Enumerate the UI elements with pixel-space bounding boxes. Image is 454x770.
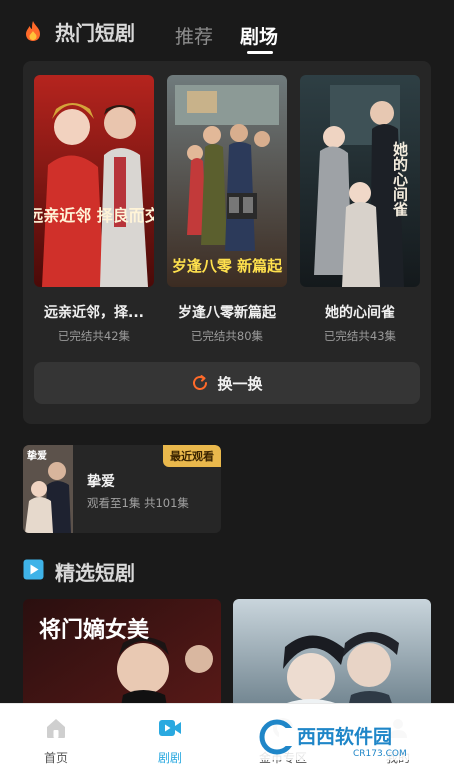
swap-button-label: 换一换 bbox=[217, 374, 263, 393]
tab-theater[interactable]: 剧场 bbox=[240, 22, 278, 49]
nav-label: 剧剧 bbox=[157, 751, 182, 765]
section-title-hot: 热门短剧 bbox=[55, 21, 135, 45]
drama-title: 她的心间雀 bbox=[325, 305, 395, 321]
watermark-text: 西西软件园 bbox=[297, 725, 392, 748]
drama-title: 岁逢八零新篇起 bbox=[178, 305, 276, 321]
drama-status: 已完结共42集 bbox=[57, 329, 131, 343]
recent-title: 挚爱 bbox=[87, 474, 115, 490]
video-icon bbox=[159, 720, 181, 736]
poster-text: 岁逢八零 新篇起 bbox=[172, 257, 283, 275]
section-title-selected: 精选短剧 bbox=[55, 561, 135, 585]
watermark-logo: 西西软件园 CR173.COM bbox=[257, 714, 433, 760]
nav-drama[interactable]: 剧剧 bbox=[130, 704, 210, 770]
theater-panel: 远亲近邻 择良而交 远亲近邻，择... 已完结共42集 岁逢八零 新篇起 岁逢八… bbox=[23, 61, 431, 424]
drama-status: 已完结共43集 bbox=[323, 329, 397, 343]
refresh-icon bbox=[193, 375, 208, 390]
drama-poster[interactable]: 远亲近邻 择良而交 bbox=[34, 75, 154, 287]
drama-card[interactable]: 远亲近邻 择良而交 远亲近邻，择... 已完结共42集 bbox=[34, 75, 154, 343]
nav-home[interactable]: 首页 bbox=[16, 704, 96, 770]
watermark-url: CR173.COM bbox=[353, 749, 407, 759]
recent-badge: 最近观看 bbox=[163, 445, 221, 467]
tab-active-indicator bbox=[247, 51, 273, 54]
recent-watch-card[interactable]: 挚爱 最近观看 挚爱 观看至1集 共101集 bbox=[23, 445, 221, 533]
drama-card[interactable]: 她的心间雀 她的心间雀 已完结共43集 bbox=[300, 75, 420, 343]
poster-text: 远亲近邻 择良而交 bbox=[34, 206, 154, 225]
thumb-text: 挚爱 bbox=[27, 449, 47, 462]
nav-label: 首页 bbox=[43, 751, 68, 765]
recent-thumbnail: 挚爱 bbox=[23, 445, 73, 533]
recent-progress: 观看至1集 共101集 bbox=[87, 496, 189, 510]
home-icon bbox=[47, 719, 65, 738]
drama-status: 已完结共80集 bbox=[190, 329, 264, 343]
drama-card[interactable]: 岁逢八零 新篇起 岁逢八零新篇起 已完结共80集 bbox=[167, 75, 287, 343]
drama-title: 远亲近邻，择... bbox=[44, 305, 144, 321]
play-icon bbox=[23, 559, 44, 580]
fire-icon bbox=[26, 21, 40, 41]
drama-poster[interactable]: 岁逢八零 新篇起 bbox=[167, 75, 287, 287]
poster-text: 将门嫡女美 bbox=[39, 617, 150, 643]
header: 热门短剧 推荐 剧场 bbox=[0, 0, 454, 58]
tab-recommend[interactable]: 推荐 bbox=[175, 22, 213, 49]
drama-poster[interactable]: 她的心间雀 bbox=[300, 75, 420, 287]
swap-button[interactable]: 换一换 bbox=[34, 362, 420, 404]
poster-text: 她的心间雀 bbox=[391, 141, 409, 217]
